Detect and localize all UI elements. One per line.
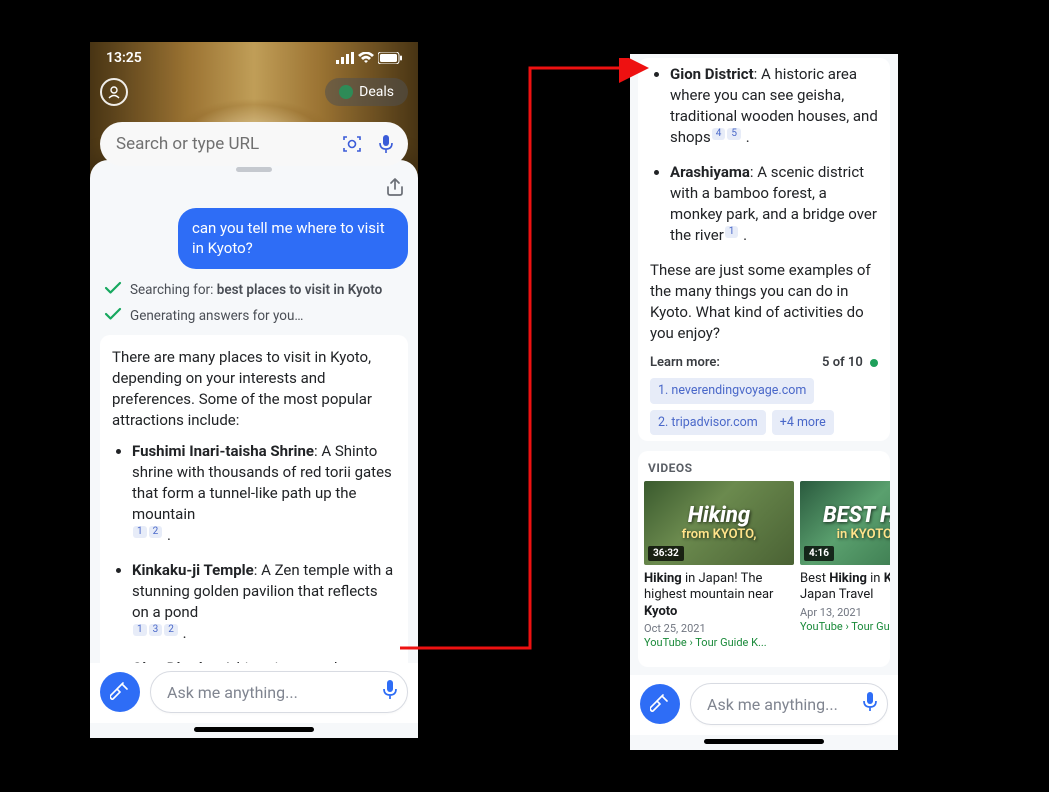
citation-badge[interactable]: 1: [133, 526, 147, 538]
phone-screen-left: 13:25 Deals Search or type URL: [90, 42, 418, 738]
answer-intro: There are many places to visit in Kyoto,…: [112, 347, 396, 431]
video-date: Oct 25, 2021: [644, 622, 794, 635]
video-date: Apr 13, 2021: [800, 606, 890, 619]
chat-input[interactable]: Ask me anything...: [690, 683, 888, 725]
answer-item: Fushimi Inari-taisha Shrine: A Shinto sh…: [132, 441, 396, 546]
video-title: Hiking in Japan! The highest mountain ne…: [644, 571, 788, 620]
chat-input-row: Ask me anything...: [630, 675, 898, 735]
deals-label: Deals: [359, 84, 394, 100]
chat-placeholder: Ask me anything...: [167, 683, 381, 702]
video-item[interactable]: BEST HIKEin KYOTO, JA4:16 Best Hiking in …: [800, 481, 890, 655]
address-search-bar[interactable]: Search or type URL: [100, 122, 408, 166]
video-duration: 4:16: [804, 546, 834, 561]
status-dot-icon: [870, 359, 878, 367]
wifi-icon: [358, 52, 374, 64]
citation-badge[interactable]: 1: [725, 226, 739, 238]
mic-icon[interactable]: [381, 679, 399, 705]
citation-badge[interactable]: 2: [149, 526, 163, 538]
home-indicator: [194, 727, 314, 732]
citation-badge[interactable]: 4: [712, 128, 726, 140]
signal-icon: [336, 52, 354, 64]
searching-status: Searching for: best places to visit in K…: [104, 281, 404, 299]
profile-avatar[interactable]: [100, 78, 128, 106]
video-source: YouTube › Tour Guid: [800, 620, 890, 633]
chat-input[interactable]: Ask me anything...: [150, 671, 408, 713]
answer-item: Kinkaku-ji Temple: A Zen temple with a s…: [132, 560, 396, 644]
new-topic-button[interactable]: [100, 672, 140, 712]
citation-badge[interactable]: 3: [149, 624, 163, 636]
scan-icon[interactable]: [340, 132, 364, 156]
mic-icon[interactable]: [861, 691, 879, 717]
battery-icon: [378, 52, 402, 64]
answer-card-continued: Gion District: A historic area where you…: [638, 58, 890, 441]
new-topic-button[interactable]: [640, 684, 680, 724]
citation-badge[interactable]: 2: [164, 624, 178, 636]
status-bar: 13:25: [90, 42, 418, 74]
status-time: 13:25: [106, 50, 142, 66]
chat-panel: can you tell me where to visit in Kyoto?…: [90, 160, 418, 738]
home-indicator: [704, 739, 824, 744]
answer-item: Gion District: A historic area where you…: [670, 64, 878, 148]
videos-card: VIDEOS Hikingfrom KYOTO,36:32 Hiking in J…: [638, 451, 890, 667]
search-placeholder: Search or type URL: [116, 134, 330, 154]
source-pill[interactable]: 2. tripadvisor.com: [650, 410, 766, 436]
deals-icon: [339, 85, 353, 99]
citation-badge[interactable]: 1: [133, 624, 147, 636]
citation-pills: 1. neverendingvoyage.com 2. tripadvisor.c…: [650, 378, 878, 435]
answer-outro: These are just some examples of the many…: [650, 260, 878, 344]
video-thumbnail[interactable]: Hikingfrom KYOTO,36:32: [644, 481, 794, 565]
video-source: YouTube › Tour Guide K...: [644, 636, 794, 649]
video-thumbnail[interactable]: BEST HIKEin KYOTO, JA4:16: [800, 481, 890, 565]
chat-input-row: Ask me anything...: [90, 663, 418, 723]
learn-more-row: Learn more: 5 of 10: [650, 354, 878, 372]
chat-placeholder: Ask me anything...: [707, 695, 861, 714]
deals-button[interactable]: Deals: [325, 78, 408, 106]
answer-item: Arashiyama: A scenic district with a bam…: [670, 162, 878, 246]
generating-status: Generating answers for you…: [104, 307, 404, 325]
citation-badge[interactable]: 5: [727, 128, 741, 140]
voice-search-icon[interactable]: [374, 132, 398, 156]
video-title: Best Hiking in KyJapan Travel: [800, 571, 890, 604]
user-message: can you tell me where to visit in Kyoto?: [178, 208, 408, 269]
video-duration: 36:32: [648, 546, 684, 561]
arrow-annotation: [390, 58, 670, 658]
check-icon: [104, 281, 122, 299]
phone-screen-right: Gion District: A historic area where you…: [630, 54, 898, 750]
videos-header: VIDEOS: [638, 451, 890, 481]
check-icon: [104, 307, 122, 325]
video-item[interactable]: Hikingfrom KYOTO,36:32 Hiking in Japan! T…: [644, 481, 794, 655]
source-pill[interactable]: +4 more: [772, 410, 834, 436]
source-pill[interactable]: 1. neverendingvoyage.com: [650, 378, 814, 404]
answer-card: There are many places to visit in Kyoto,…: [100, 335, 408, 664]
share-button[interactable]: [380, 172, 410, 202]
